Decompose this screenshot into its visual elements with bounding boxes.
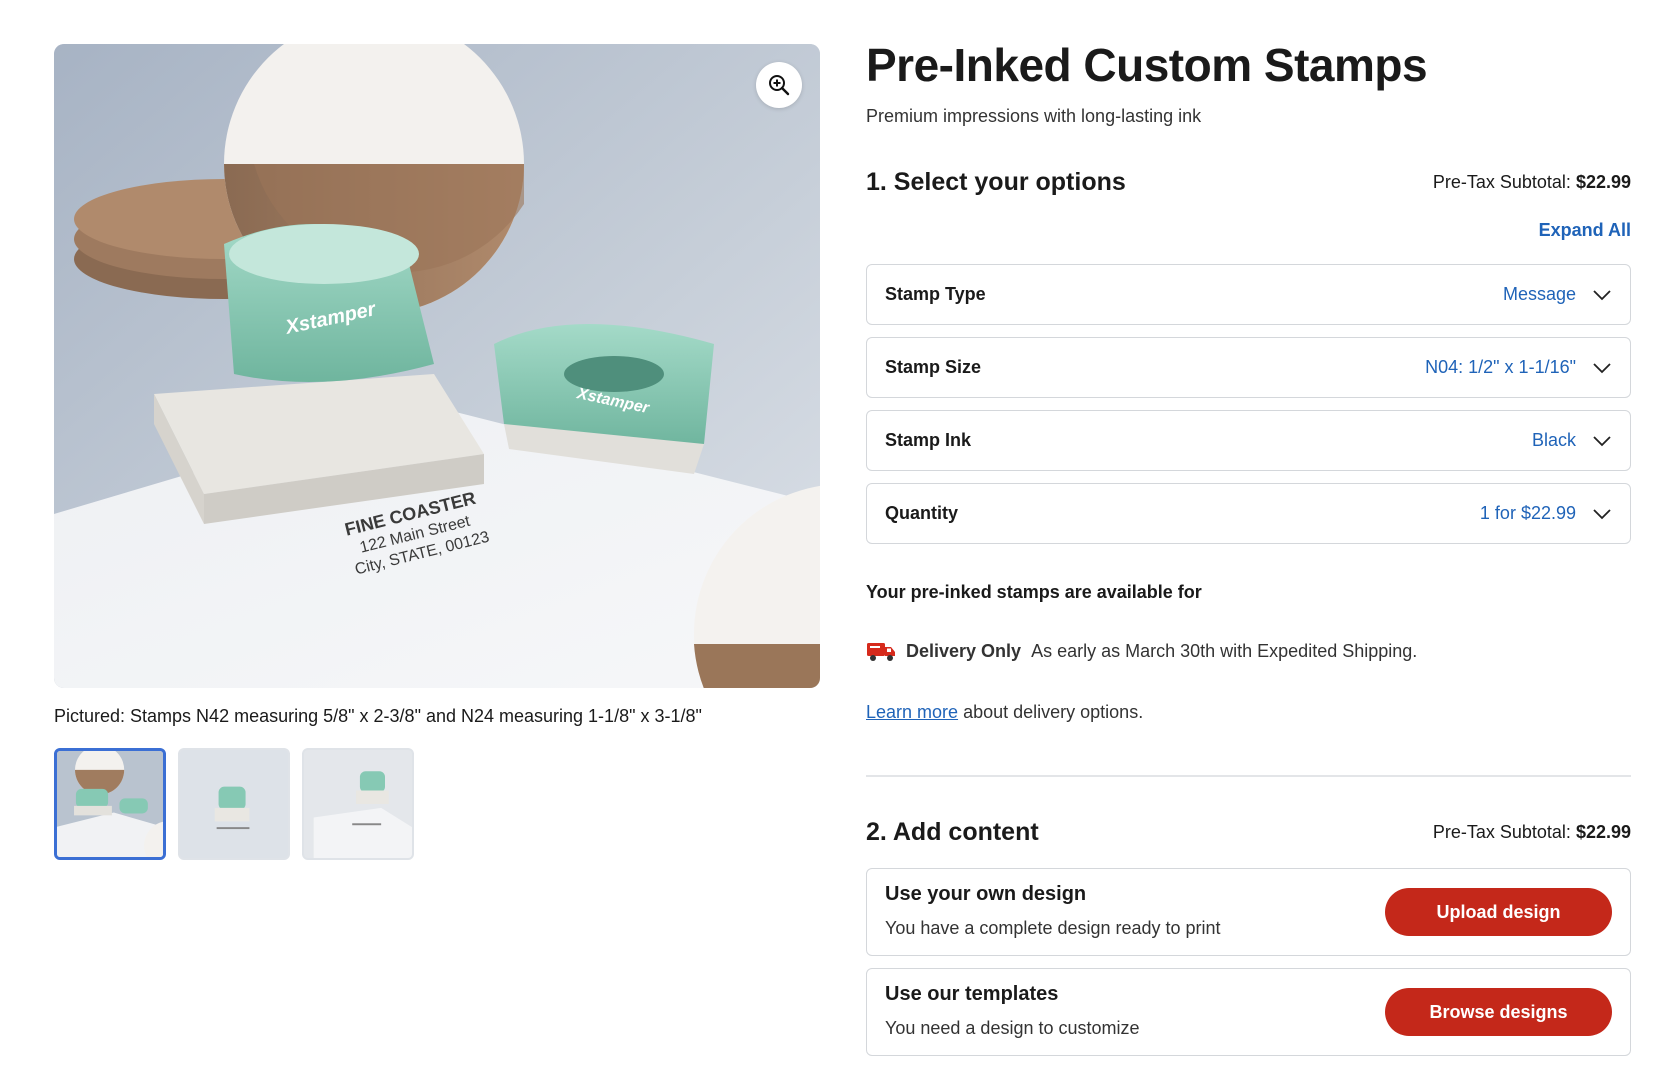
delivery-label: Delivery Only bbox=[906, 640, 1022, 661]
content-subtotal: Pre-Tax Subtotal: $22.99 bbox=[1433, 822, 1631, 843]
thumbnail-3[interactable] bbox=[302, 748, 414, 860]
option-label: Quantity bbox=[885, 503, 959, 523]
learn-more-link[interactable]: Learn more bbox=[866, 702, 958, 722]
subtotal-label: Pre-Tax Subtotal: bbox=[1432, 172, 1571, 192]
delivery-truck-icon bbox=[867, 643, 895, 661]
option-value: Black bbox=[1531, 430, 1576, 450]
option-value: 1 for $22.99 bbox=[1479, 503, 1576, 523]
learn-more-line: Learn more about delivery options. bbox=[866, 702, 1143, 723]
learn-more-text: about delivery options. bbox=[963, 702, 1144, 722]
option-label: Stamp Type bbox=[885, 284, 986, 304]
option-label: Stamp Ink bbox=[885, 430, 972, 450]
templates-card: Use our templates You need a design to c… bbox=[866, 968, 1631, 1056]
availability-title: Your pre-inked stamps are available for bbox=[866, 582, 1202, 602]
own-design-card: Use your own design You have a complete … bbox=[866, 868, 1631, 956]
stamps-photo: FINE COASTER 122 Main Street City, STATE… bbox=[54, 44, 820, 688]
thumbnail-strip bbox=[54, 748, 414, 860]
options-section-title: 1. Select your options bbox=[866, 168, 1126, 196]
option-value: Message bbox=[1502, 284, 1576, 304]
options-subtotal: Pre-Tax Subtotal: $22.99 bbox=[1433, 172, 1631, 193]
subtotal-label: Pre-Tax Subtotal: bbox=[1432, 822, 1571, 842]
page-title: Pre-Inked Custom Stamps bbox=[866, 39, 1428, 91]
option-stamp-ink[interactable]: Stamp Ink Black bbox=[866, 410, 1631, 471]
subtotal-value: $22.99 bbox=[1575, 822, 1631, 842]
product-hero-image[interactable]: FINE COASTER 122 Main Street City, STATE… bbox=[54, 44, 820, 688]
content-section-title: 2. Add content bbox=[866, 818, 1039, 846]
upload-design-button[interactable]: Upload design bbox=[1385, 888, 1612, 936]
zoom-button[interactable] bbox=[756, 62, 802, 108]
chevron-down-icon bbox=[1593, 289, 1611, 300]
thumbnail-2[interactable] bbox=[178, 748, 290, 860]
options-section-header: 1. Select your options Pre-Tax Subtotal:… bbox=[866, 168, 1631, 197]
chevron-down-icon bbox=[1593, 508, 1611, 519]
option-value: N04: 1/2" x 1-1/16" bbox=[1425, 357, 1576, 377]
chevron-down-icon bbox=[1593, 362, 1611, 373]
chevron-down-icon bbox=[1593, 435, 1611, 446]
option-label: Stamp Size bbox=[885, 357, 982, 377]
option-quantity[interactable]: Quantity 1 for $22.99 bbox=[866, 483, 1631, 544]
option-stamp-size[interactable]: Stamp Size N04: 1/2" x 1-1/16" bbox=[866, 337, 1631, 398]
delivery-text: As early as March 30th with Expedited Sh… bbox=[1031, 640, 1418, 661]
section-divider bbox=[866, 775, 1631, 777]
delivery-info: Delivery Only As early as March 30th wit… bbox=[866, 640, 1417, 662]
page-subtitle: Premium impressions with long-lasting in… bbox=[866, 106, 1202, 126]
zoom-in-icon bbox=[769, 75, 790, 96]
subtotal-value: $22.99 bbox=[1575, 172, 1631, 192]
content-section-header: 2. Add content Pre-Tax Subtotal: $22.99 bbox=[866, 818, 1631, 847]
image-caption: Pictured: Stamps N42 measuring 5/8" x 2-… bbox=[54, 706, 702, 726]
expand-all-link[interactable]: Expand All bbox=[1539, 220, 1631, 241]
thumbnail-1[interactable] bbox=[54, 748, 166, 860]
browse-designs-button[interactable]: Browse designs bbox=[1385, 988, 1612, 1036]
option-stamp-type[interactable]: Stamp Type Message bbox=[866, 264, 1631, 325]
